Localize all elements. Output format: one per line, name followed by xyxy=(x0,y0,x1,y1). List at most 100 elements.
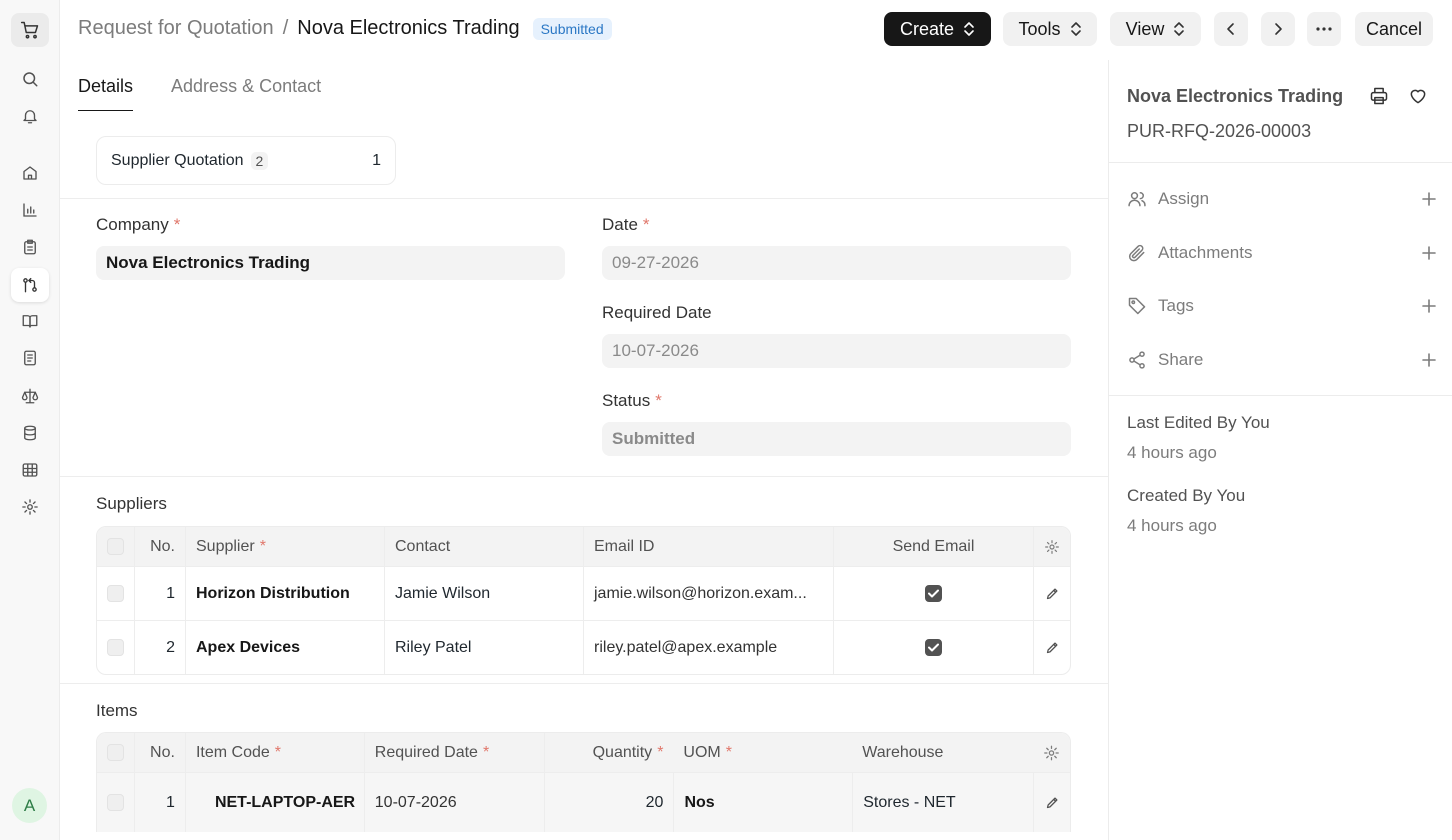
create-button-label: Create xyxy=(899,18,955,39)
tools-button[interactable]: Tools xyxy=(1003,12,1097,46)
created-time: 4 hours ago xyxy=(1127,516,1217,535)
database-icon[interactable] xyxy=(11,416,49,450)
share-label: Share xyxy=(1158,350,1204,369)
select-all-checkbox[interactable] xyxy=(107,744,124,761)
contact-cell[interactable]: Riley Patel xyxy=(384,621,583,674)
required-date-cell[interactable]: 10-07-2026 xyxy=(363,773,544,832)
breadcrumb: Request for Quotation / Nova Electronics… xyxy=(78,17,612,40)
sidebar-item-attachments[interactable]: Attachments xyxy=(1127,240,1437,266)
user-icon xyxy=(1128,192,1146,207)
section-divider xyxy=(60,198,1108,199)
tab-details[interactable]: Details xyxy=(78,60,134,111)
clipboard-icon[interactable] xyxy=(11,230,49,264)
column-header-quantity: Quantity * xyxy=(543,733,674,772)
item-code-cell[interactable]: NET-LAPTOP-AER xyxy=(184,773,364,832)
quantity-cell[interactable]: 20 xyxy=(543,773,674,832)
plus-icon[interactable] xyxy=(1421,298,1437,314)
paperclip-icon xyxy=(1128,244,1145,262)
send-email-checkbox[interactable] xyxy=(925,639,942,656)
heart-icon[interactable] xyxy=(1408,86,1428,106)
items-table: No. Item Code * Required Date * Quantity * … xyxy=(96,732,1071,832)
table-row[interactable]: 1 Horizon Distribution Jamie Wilson jami… xyxy=(97,566,1070,620)
right-sidebar: Nova Electronics Trading PUR-RFQ-2026-00… xyxy=(1108,60,1452,840)
breadcrumb-parent-link[interactable]: Request for Quotation xyxy=(78,17,274,40)
email-cell[interactable]: jamie.wilson@horizon.exam... xyxy=(583,567,833,620)
column-header-send-email: Send Email xyxy=(833,527,1033,566)
bell-icon[interactable] xyxy=(11,99,49,133)
row-checkbox[interactable] xyxy=(107,794,124,811)
tags-label: Tags xyxy=(1158,296,1194,315)
contact-cell[interactable]: Jamie Wilson xyxy=(384,567,583,620)
share-icon xyxy=(1129,351,1145,369)
cancel-button[interactable]: Cancel xyxy=(1355,12,1433,46)
table-row[interactable]: 2 Apex Devices Riley Patel riley.patel@a… xyxy=(97,620,1070,674)
previous-record-button[interactable] xyxy=(1214,12,1248,46)
supplier-cell[interactable]: Horizon Distribution xyxy=(185,567,384,620)
column-settings-gear-icon[interactable] xyxy=(1033,733,1070,772)
company-label: Company * xyxy=(96,215,181,234)
next-record-button[interactable] xyxy=(1261,12,1295,46)
column-settings-gear-icon[interactable] xyxy=(1033,527,1070,566)
plus-icon[interactable] xyxy=(1421,245,1437,261)
sidebar-item-tags[interactable]: Tags xyxy=(1127,293,1437,319)
date-field[interactable]: 09-27-2026 xyxy=(602,246,1071,280)
user-avatar[interactable]: A xyxy=(12,788,47,823)
select-all-checkbox[interactable] xyxy=(107,538,124,555)
main-content: Details Address & Contact Supplier Quota… xyxy=(60,60,1108,840)
send-email-checkbox[interactable] xyxy=(925,585,942,602)
column-header-contact: Contact xyxy=(384,527,583,566)
tab-address-contact[interactable]: Address & Contact xyxy=(171,60,321,111)
view-button[interactable]: View xyxy=(1110,12,1201,46)
app-window: A Request for Quotation / Nova Electroni… xyxy=(0,0,1452,840)
home-icon[interactable] xyxy=(11,156,49,190)
cart-logo-icon[interactable] xyxy=(11,13,49,47)
table-row[interactable]: 1 NET-LAPTOP-AER 10-07-2026 20 Nos Store… xyxy=(97,772,1070,832)
cancel-button-label: Cancel xyxy=(1365,18,1423,39)
scale-icon[interactable] xyxy=(11,379,49,413)
last-edited-time: 4 hours ago xyxy=(1127,443,1217,462)
status-field[interactable]: Submitted xyxy=(602,422,1071,456)
git-compare-icon[interactable] xyxy=(11,268,49,302)
section-divider xyxy=(60,683,1108,684)
tag-icon xyxy=(1128,297,1146,315)
row-checkbox[interactable] xyxy=(107,585,124,602)
email-cell[interactable]: riley.patel@apex.example xyxy=(583,621,833,674)
supplier-cell[interactable]: Apex Devices xyxy=(185,621,384,674)
column-header-email: Email ID xyxy=(583,527,833,566)
tools-button-label: Tools xyxy=(1018,18,1061,39)
row-checkbox[interactable] xyxy=(107,639,124,656)
assign-label: Assign xyxy=(1158,189,1210,208)
left-nav-rail: A xyxy=(0,0,60,840)
create-button[interactable]: Create xyxy=(884,12,991,46)
supplier-quotation-connection[interactable]: Supplier Quotation 2 1 xyxy=(96,136,396,185)
required-date-field[interactable]: 10-07-2026 xyxy=(602,334,1071,368)
edit-row-pencil-icon[interactable] xyxy=(1033,773,1070,832)
more-actions-button[interactable] xyxy=(1307,12,1341,46)
status-label: Status * xyxy=(602,391,662,410)
plus-icon[interactable] xyxy=(1421,352,1437,368)
company-field[interactable]: Nova Electronics Trading xyxy=(96,246,565,280)
warehouse-cell[interactable]: Stores - NET xyxy=(852,773,1033,832)
edit-row-pencil-icon[interactable] xyxy=(1033,621,1070,674)
connection-label: Supplier Quotation xyxy=(111,151,244,169)
search-icon[interactable] xyxy=(11,62,49,96)
row-number: 2 xyxy=(134,621,185,674)
table-icon[interactable] xyxy=(11,453,49,487)
edit-row-pencil-icon[interactable] xyxy=(1033,567,1070,620)
gear-icon[interactable] xyxy=(11,490,49,524)
sidebar-item-assign[interactable]: Assign xyxy=(1127,186,1437,212)
column-header-supplier: Supplier * xyxy=(185,527,384,566)
book-icon[interactable] xyxy=(11,304,49,338)
uom-cell[interactable]: Nos xyxy=(673,773,852,832)
required-date-label: Required Date xyxy=(602,303,712,322)
plus-icon[interactable] xyxy=(1421,191,1437,207)
chevron-left-icon xyxy=(1227,23,1234,35)
suppliers-table: No. Supplier * Contact Email ID Send Emai… xyxy=(96,526,1071,675)
bar-chart-icon[interactable] xyxy=(11,193,49,227)
form-tabs: Details Address & Contact xyxy=(78,60,321,111)
sidebar-item-share[interactable]: Share xyxy=(1127,347,1437,373)
document-icon[interactable] xyxy=(11,341,49,375)
attachments-label: Attachments xyxy=(1158,243,1253,262)
chevron-up-down-icon xyxy=(1174,22,1185,36)
printer-icon[interactable] xyxy=(1369,86,1389,106)
